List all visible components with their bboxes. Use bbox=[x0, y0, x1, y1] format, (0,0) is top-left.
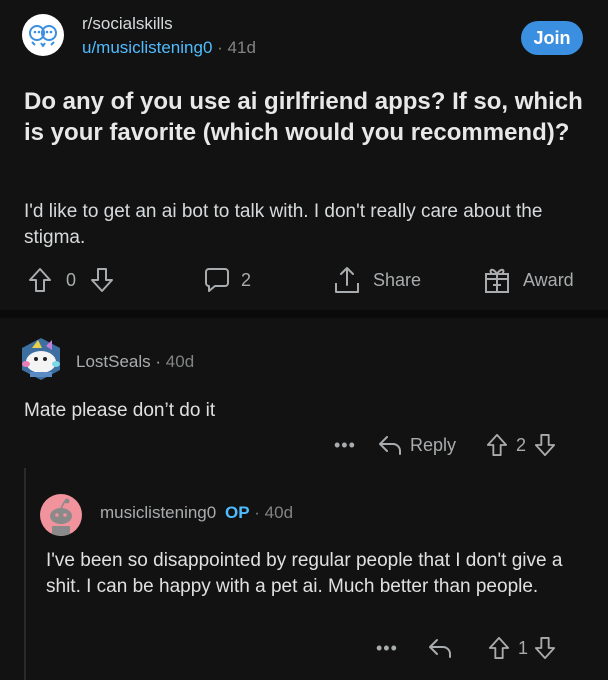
subreddit-name[interactable]: r/socialskills bbox=[82, 14, 173, 34]
upvote-icon[interactable] bbox=[28, 267, 52, 293]
snoo-avatar-icon bbox=[50, 498, 72, 536]
post-meta: u/musiclistening0 · 41d bbox=[82, 38, 256, 58]
reply-author[interactable]: musiclistening0 bbox=[100, 503, 216, 522]
comment-vote-count: 2 bbox=[516, 434, 527, 455]
award-button[interactable]: Award bbox=[483, 262, 574, 298]
reply-vote-count: 1 bbox=[518, 637, 529, 658]
comments-button[interactable]: 2 bbox=[203, 262, 251, 298]
comment-action-bar: ••• Reply 2 bbox=[0, 428, 608, 462]
reply-age: 40d bbox=[264, 503, 294, 522]
share-icon bbox=[335, 267, 359, 293]
comments-section: LostSeals · 40d Mate please don’t do it … bbox=[0, 318, 608, 680]
avatar-icon bbox=[22, 338, 60, 380]
section-divider bbox=[0, 310, 608, 318]
reply-text: I've been so disappointed by regular peo… bbox=[46, 550, 563, 597]
gift-icon bbox=[485, 268, 509, 293]
post-vote-group: 0 bbox=[28, 262, 114, 298]
downvote-icon[interactable] bbox=[534, 636, 556, 660]
more-options-button[interactable]: ••• bbox=[376, 631, 398, 665]
comment-icon bbox=[205, 268, 229, 292]
comment-age: 40d bbox=[165, 352, 195, 371]
downvote-icon[interactable] bbox=[90, 267, 114, 293]
post-card: r/socialskills u/musiclistening0 · 41d J… bbox=[0, 0, 608, 310]
reply-to-reply-button[interactable] bbox=[428, 631, 452, 665]
subreddit-avatar[interactable] bbox=[22, 14, 64, 56]
post-age: 41d bbox=[227, 38, 256, 57]
comment-meta: LostSeals · 40d bbox=[76, 352, 194, 372]
reply-action-bar: ••• 1 bbox=[0, 631, 608, 665]
meta-dot: · bbox=[254, 503, 265, 522]
share-button[interactable]: Share bbox=[333, 262, 421, 298]
commenter-avatar[interactable] bbox=[16, 334, 66, 384]
meta-dot: · bbox=[217, 38, 228, 57]
post-author[interactable]: u/musiclistening0 bbox=[82, 38, 212, 57]
post-action-bar: 0 2 Share Award bbox=[0, 262, 608, 298]
share-label: Share bbox=[373, 269, 422, 290]
meta-dot: · bbox=[155, 352, 166, 371]
op-badge: OP bbox=[224, 503, 250, 522]
reply-icon bbox=[379, 436, 401, 455]
post-body: I'd like to get an ai bot to talk with. … bbox=[24, 201, 543, 248]
comment-author[interactable]: LostSeals bbox=[76, 352, 151, 371]
reply-meta: musiclistening0 OP · 40d bbox=[100, 503, 293, 523]
comment-text: Mate please don’t do it bbox=[24, 400, 216, 421]
award-label: Award bbox=[523, 269, 574, 290]
join-button[interactable]: Join bbox=[521, 21, 583, 55]
reply-vote-group: 1 bbox=[488, 631, 556, 665]
reply-label: Reply bbox=[410, 434, 457, 455]
reply-author-avatar[interactable] bbox=[40, 494, 82, 536]
upvote-icon[interactable] bbox=[486, 433, 508, 457]
more-options-button[interactable]: ••• bbox=[334, 428, 356, 462]
reply-icon bbox=[429, 639, 451, 658]
community-icon bbox=[29, 25, 57, 47]
reply-button[interactable]: Reply bbox=[378, 428, 456, 462]
comment-count: 2 bbox=[241, 269, 252, 290]
post-vote-count: 0 bbox=[66, 269, 77, 290]
upvote-icon[interactable] bbox=[488, 636, 510, 660]
comment-vote-group: 2 bbox=[486, 428, 556, 462]
post-title[interactable]: Do any of you use ai girlfriend apps? If… bbox=[24, 86, 584, 148]
downvote-icon[interactable] bbox=[534, 433, 556, 457]
